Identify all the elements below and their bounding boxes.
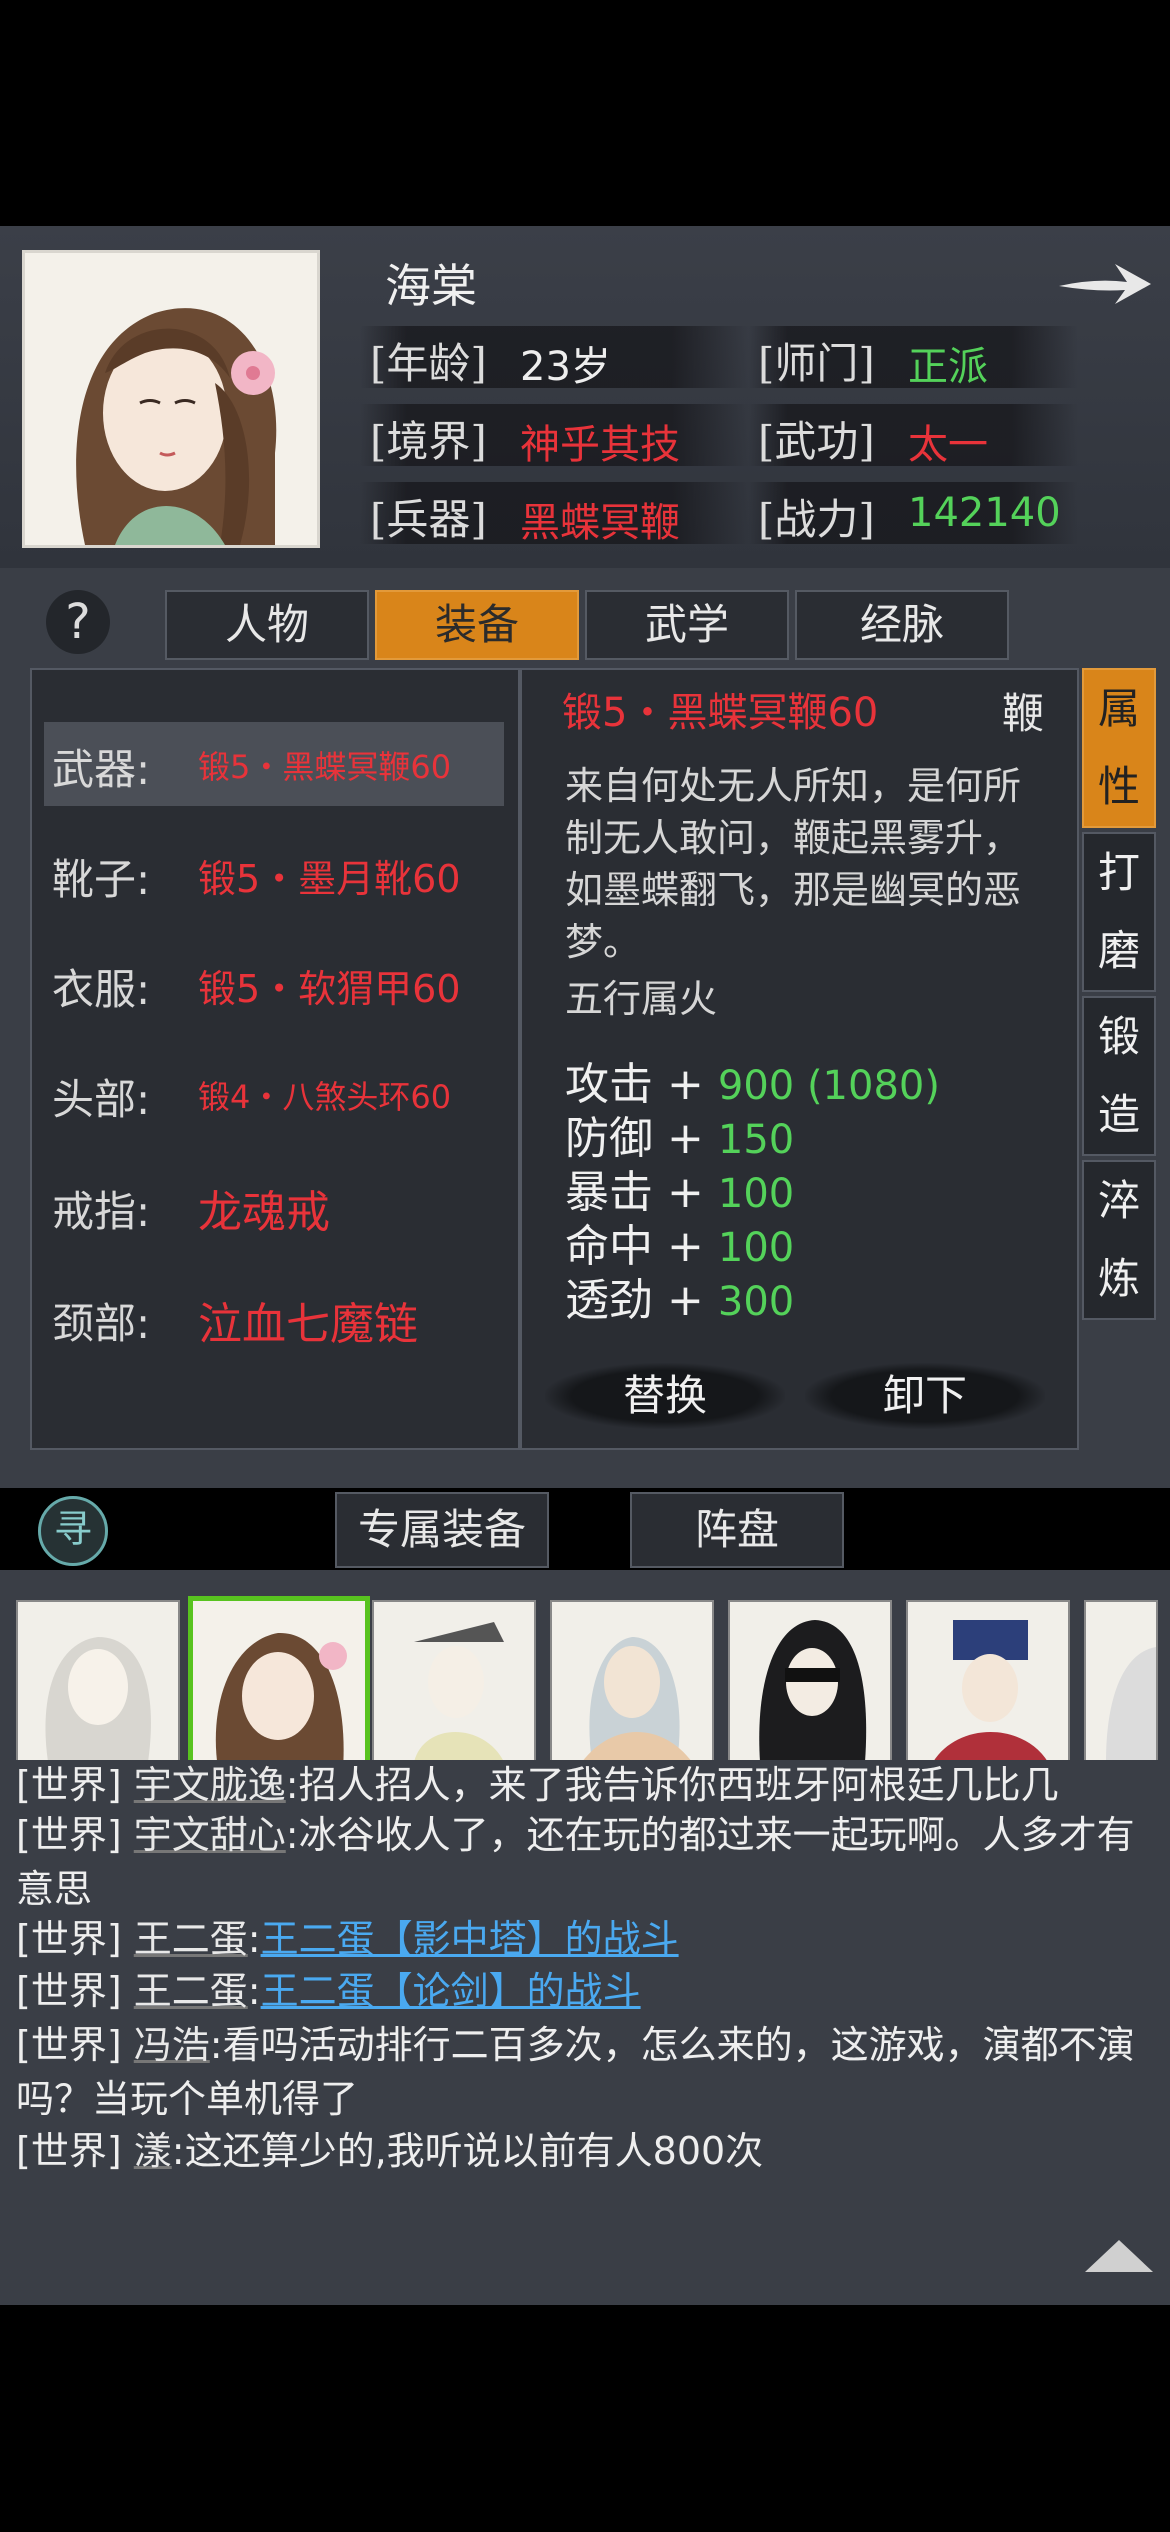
realm-value: 神乎其技: [520, 422, 680, 468]
power-label: [战力]: [758, 495, 875, 544]
side-tab-temper[interactable]: 淬炼: [1082, 1160, 1156, 1320]
realm-label: [境界]: [370, 417, 487, 466]
chat-user[interactable]: 王二蛋: [134, 1969, 248, 2013]
slot-item: 锻5・黑蝶冥鞭60: [198, 748, 452, 786]
tab-martial-arts[interactable]: 武学: [585, 590, 789, 660]
slot-boots[interactable]: 靴子: 锻5・墨月靴60: [30, 832, 516, 916]
side-tab-forge[interactable]: 锻造: [1082, 996, 1156, 1156]
slot-item: 锻5・墨月靴60: [198, 857, 461, 901]
chat-channel: [世界]: [16, 1763, 122, 1807]
side-tab-label: 属性: [1097, 684, 1140, 811]
roster-character[interactable]: [550, 1600, 714, 1764]
slot-head[interactable]: 头部: 锻4・八煞头环60: [30, 1052, 516, 1136]
side-tab-polish[interactable]: 打磨: [1082, 832, 1156, 992]
age-label: [年龄]: [370, 339, 487, 388]
slot-label: 头部:: [52, 1075, 151, 1124]
side-tab-attributes[interactable]: 属性: [1082, 668, 1156, 828]
stat-penetration: 透劲 + 300: [565, 1264, 794, 1328]
stat-plus: +: [667, 1275, 704, 1326]
chat-text: :: [247, 1917, 261, 1961]
martial-label: [武功]: [758, 417, 875, 466]
chat-channel: [世界]: [16, 1917, 122, 1961]
chat-message: [世界] 冯浩:看吗活动排行二百多次，怎么来的，这游戏，演都不演吗？当玩个单机得…: [16, 2018, 1156, 2126]
stat-value: 300: [717, 1279, 795, 1325]
slot-label: 衣服:: [52, 965, 151, 1014]
slot-clothes[interactable]: 衣服: 锻5・软猬甲60: [30, 942, 516, 1026]
chat-user[interactable]: 漾: [134, 2129, 172, 2173]
chat-message: [世界] 王二蛋:王二蛋【影中塔】的战斗: [16, 1912, 1156, 1966]
power-value: 142140: [908, 490, 1061, 536]
replace-button[interactable]: 替换: [545, 1363, 785, 1429]
chat-user[interactable]: 冯浩: [134, 2023, 210, 2067]
arrow-right-icon[interactable]: [1055, 252, 1155, 312]
battle-link[interactable]: 王二蛋【论剑】的战斗: [261, 1969, 641, 2013]
slot-item: 泣血七魔链: [198, 1299, 418, 1350]
tab-meridians[interactable]: 经脉: [795, 590, 1009, 660]
battle-link[interactable]: 王二蛋【影中塔】的战斗: [261, 1917, 679, 1961]
chat-text: :这还算少的,我听说以前有人800次: [171, 2129, 764, 2173]
sect-label: [师门]: [758, 339, 875, 388]
roster-character[interactable]: [906, 1600, 1070, 1764]
seek-button[interactable]: 寻: [38, 1496, 108, 1566]
chat-message: [世界] 宇文甜心:冰谷收人了，还在玩的都过来一起玩啊。人多才有意思: [16, 1808, 1156, 1916]
age-value: 23岁: [520, 344, 611, 390]
exclusive-equipment-button[interactable]: 专属装备: [335, 1492, 549, 1568]
side-tab-label: 淬炼: [1097, 1176, 1140, 1303]
chat-user[interactable]: 宇文胧逸: [134, 1763, 286, 1807]
roster-character[interactable]: [16, 1600, 180, 1764]
expand-chat-icon[interactable]: [1085, 2240, 1153, 2272]
slot-item: 锻5・软猬甲60: [198, 967, 461, 1011]
side-tab-label: 打磨: [1097, 848, 1140, 975]
slot-label: 戒指:: [52, 1187, 151, 1236]
roster-character[interactable]: [728, 1600, 892, 1764]
slot-ring[interactable]: 戒指: 龙魂戒: [30, 1164, 516, 1248]
item-description: 来自何处无人所知，是何所制无人敢问，鞭起黑雾升，如墨蝶翻飞，那是幽冥的恶梦。: [565, 764, 1022, 964]
martial-value: 太一: [908, 422, 988, 468]
weapon-value: 黑蝶冥鞭: [520, 500, 680, 546]
remove-button[interactable]: 卸下: [805, 1363, 1045, 1429]
chat-text: :招人招人，来了我告诉你西班牙阿根廷几比几: [285, 1763, 1059, 1807]
roster-character[interactable]: [1084, 1600, 1158, 1764]
chat-message: [世界] 宇文胧逸:招人招人，来了我告诉你西班牙阿根廷几比几: [16, 1758, 1156, 1812]
chat-channel: [世界]: [16, 1969, 122, 2013]
slot-item: 锻4・八煞头环60: [198, 1078, 452, 1116]
roster-character[interactable]: [372, 1600, 536, 1764]
formation-button[interactable]: 阵盘: [630, 1492, 844, 1568]
character-name: 海棠: [385, 259, 477, 313]
stat-name: 透劲: [565, 1275, 653, 1326]
slot-item: 龙魂戒: [198, 1187, 330, 1238]
chat-channel: [世界]: [16, 2023, 122, 2067]
slot-weapon[interactable]: 武器: 锻5・黑蝶冥鞭60: [30, 722, 516, 806]
character-portrait: [22, 250, 320, 548]
chat-user[interactable]: 王二蛋: [134, 1917, 248, 1961]
slot-label: 颈部:: [52, 1299, 151, 1348]
help-button[interactable]: ?: [46, 590, 110, 654]
chat-user[interactable]: 宇文甜心: [134, 1813, 286, 1857]
chat-text: :: [247, 1969, 261, 2013]
slot-neck[interactable]: 颈部: 泣血七魔链: [30, 1276, 516, 1360]
item-element: 五行属火: [565, 977, 718, 1021]
roster-character-selected[interactable]: [188, 1596, 370, 1774]
slot-label: 武器:: [52, 745, 151, 794]
tab-character[interactable]: 人物: [165, 590, 369, 660]
tab-equipment[interactable]: 装备: [375, 590, 579, 660]
chat-message: [世界] 漾:这还算少的,我听说以前有人800次: [16, 2124, 1156, 2178]
item-title: 锻5・黑蝶冥鞭60: [562, 690, 879, 736]
chat-channel: [世界]: [16, 2129, 122, 2173]
slot-label: 靴子:: [52, 855, 151, 904]
weapon-label: [兵器]: [370, 495, 487, 544]
item-type: 鞭: [1002, 689, 1045, 738]
side-tab-label: 锻造: [1097, 1012, 1140, 1139]
sect-value: 正派: [908, 344, 988, 390]
chat-message: [世界] 王二蛋:王二蛋【论剑】的战斗: [16, 1964, 1156, 2018]
chat-channel: [世界]: [16, 1813, 122, 1857]
